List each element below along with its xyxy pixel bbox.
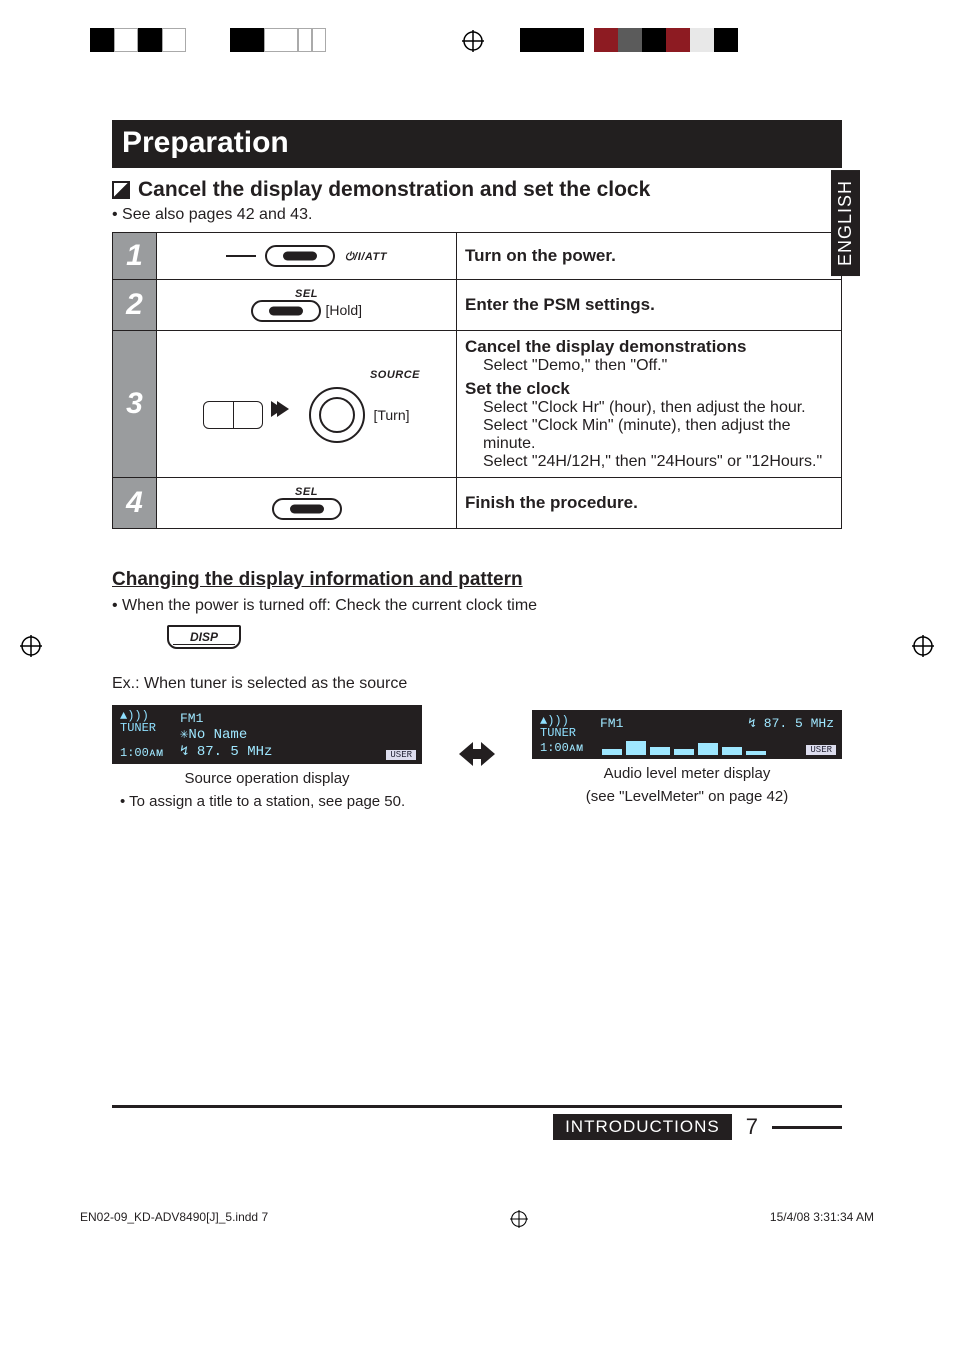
skip-icon — [271, 401, 301, 429]
swap-arrow-icon — [459, 737, 495, 779]
lcd-clock: 1:00ᴀᴍ — [540, 741, 583, 755]
level-meter-bars-icon — [600, 737, 834, 755]
step-line: Select "Demo," then "Off." — [465, 357, 833, 375]
page-number: 7 — [746, 1114, 758, 1140]
step-row: 1 ⏻/I/ATT Turn on the power. — [113, 233, 842, 280]
page-content: ENGLISH Preparation Cancel the display d… — [112, 120, 842, 810]
lcd-user-tag: USER — [806, 745, 836, 755]
lcd-band: FM1 — [180, 711, 203, 726]
step-row: 3 SOURCE [Turn] Cancel the display demon… — [113, 331, 842, 478]
lcd-freq: ↯ 87. 5 MHz — [180, 743, 414, 760]
step-desc-title: Turn on the power. — [465, 246, 833, 266]
lcd-tuner-label: TUNER — [540, 726, 600, 740]
imprint-row: EN02-09_KD-ADV8490[J]_5.indd 7 15/4/08 3… — [80, 1210, 874, 1228]
step-number: 4 — [113, 478, 157, 529]
footer-bar-icon — [772, 1126, 842, 1129]
bullet-box-icon — [112, 181, 130, 199]
caption2b: (see "LevelMeter" on page 42) — [532, 788, 842, 805]
section-title: Preparation — [122, 126, 832, 160]
subsection2-note: • When the power is turned off: Check th… — [112, 597, 842, 615]
step-desc-title2: Set the clock — [465, 379, 833, 399]
step-number: 1 — [113, 233, 157, 280]
step-desc-title: Enter the PSM settings. — [465, 295, 833, 315]
lcd-tuner-label: TUNER — [120, 721, 180, 735]
step-line: Select "Clock Hr" (hour), then adjust th… — [465, 399, 833, 417]
subsection2-title: Changing the display information and pat… — [112, 569, 842, 591]
sel-button-icon — [251, 300, 321, 322]
steps-table: 1 ⏻/I/ATT Turn on the power. 2 SEL [Hold… — [112, 232, 842, 529]
dial-knob-icon — [309, 387, 365, 443]
step-line: Select "Clock Min" (minute), then adjust… — [465, 417, 833, 453]
step-desc-title: Finish the procedure. — [465, 493, 833, 513]
step-number: 3 — [113, 331, 157, 478]
leader-line-icon — [226, 255, 256, 257]
crop-marks — [0, 20, 954, 60]
disp-button-icon: DISP — [167, 625, 241, 649]
language-tab: ENGLISH — [831, 170, 860, 276]
button-label: ⏻/I/ATT — [345, 251, 387, 263]
caption1b: • To assign a title to a station, see pa… — [112, 793, 422, 810]
lcd-display-meter: ▲))) TUNER FM1 ↯ 87. 5 MHz 1:00ᴀᴍ — [532, 710, 842, 759]
step-line: Select "24H/12H," then "24Hours" or "12H… — [465, 453, 833, 471]
step-desc-title: Cancel the display demonstrations — [465, 337, 833, 357]
pad-buttons-icon — [203, 401, 263, 429]
step-number: 2 — [113, 280, 157, 331]
footer-section-label: INTRODUCTIONS — [553, 1114, 732, 1140]
footer: INTRODUCTIONS 7 — [112, 1105, 842, 1140]
subsection-title: Cancel the display demonstration and set… — [138, 178, 650, 202]
button-label: SEL — [165, 486, 448, 498]
registration-mark-icon — [510, 1210, 528, 1228]
section-title-bar: Preparation — [112, 120, 842, 168]
subsection-note: • See also pages 42 and 43. — [112, 206, 842, 224]
step-row: 4 SEL Finish the procedure. — [113, 478, 842, 529]
registration-mark-icon — [20, 635, 42, 657]
action-label: [Hold] — [325, 302, 362, 318]
lcd-freq: ↯ 87. 5 MHz — [748, 716, 834, 731]
example-prefix: Ex.: When tuner is selected as the sourc… — [112, 675, 842, 693]
sel-button-icon — [272, 498, 342, 520]
button-label: SEL — [251, 288, 362, 300]
button-label: SOURCE — [370, 369, 420, 381]
lcd-user-tag: USER — [386, 750, 416, 760]
lcd-clock: 1:00ᴀᴍ — [120, 746, 163, 760]
action-label: [Turn] — [373, 407, 409, 423]
registration-mark-icon — [462, 30, 484, 52]
imprint-time: 15/4/08 3:31:34 AM — [770, 1210, 874, 1228]
lcd-display-source: ▲))) TUNER FM1 ✳No Name ↯ 87. 5 MHz 1:00… — [112, 705, 422, 764]
step-row: 2 SEL [Hold] Enter the PSM settings. — [113, 280, 842, 331]
imprint-file: EN02-09_KD-ADV8490[J]_5.indd 7 — [80, 1210, 268, 1228]
lcd-band: FM1 — [600, 716, 623, 731]
registration-mark-icon — [912, 635, 934, 657]
caption1a: Source operation display — [112, 770, 422, 787]
lcd-name: ✳No Name — [180, 726, 414, 743]
caption2a: Audio level meter display — [532, 765, 842, 782]
power-button-icon — [265, 245, 335, 267]
